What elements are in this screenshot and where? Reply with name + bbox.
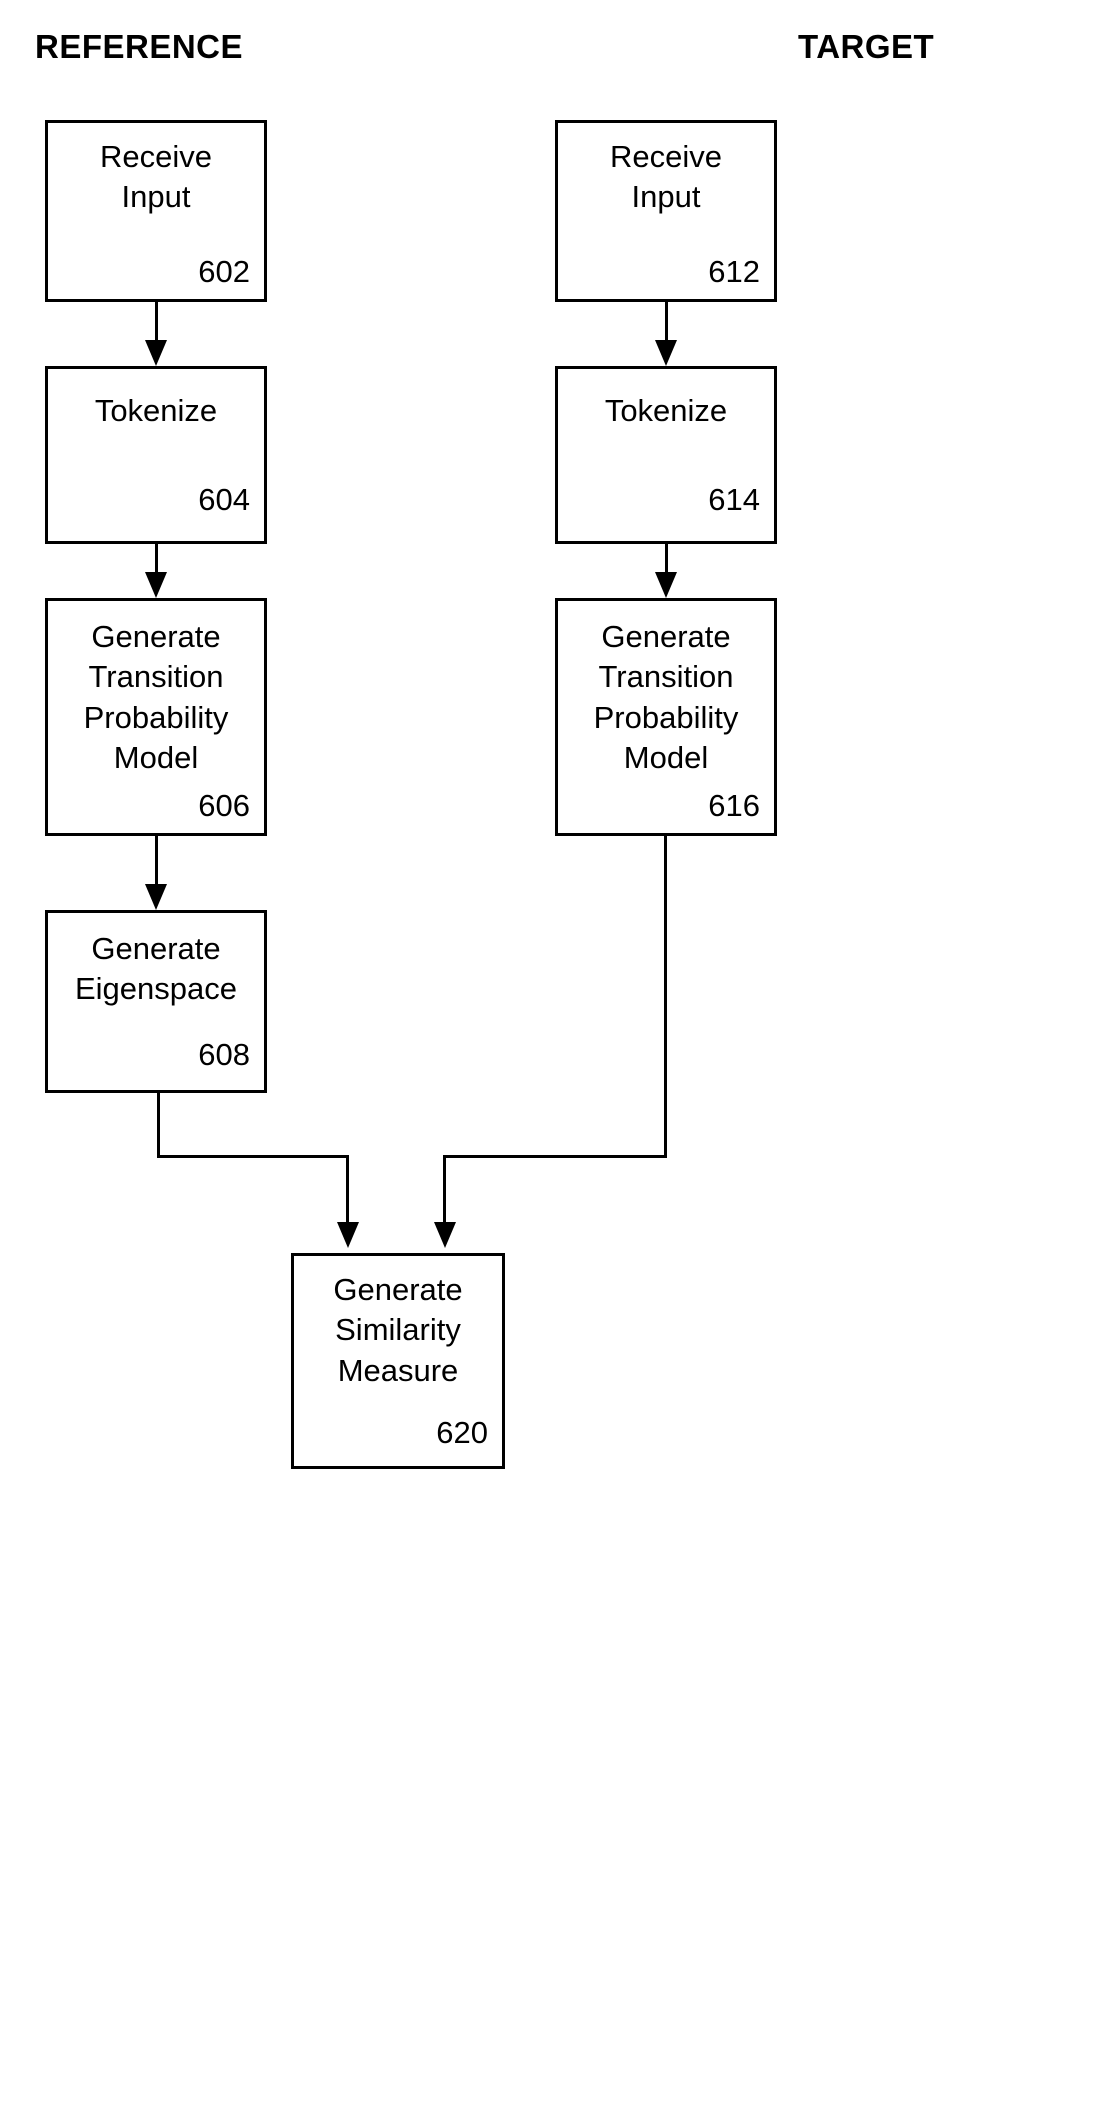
arrowhead-604-to-606 [145, 572, 167, 598]
connector-608-to-620-run [157, 1155, 349, 1158]
connector-616-to-620-drop [664, 836, 667, 1158]
flow-node-receive-input-reference[interactable]: Receive Input 602 [45, 120, 267, 302]
connector-606-to-608 [155, 836, 158, 884]
flow-node-label: Generate Similarity Measure [333, 1272, 463, 1388]
connector-608-to-620-drop [157, 1093, 160, 1158]
arrowhead-606-to-608 [145, 884, 167, 910]
connector-612-to-614 [665, 302, 668, 342]
flow-node-reference-numeral: 602 [198, 254, 250, 289]
flow-node-tokenize-reference[interactable]: Tokenize 604 [45, 366, 267, 544]
flow-node-label: Receive Input [100, 139, 212, 215]
column-header-reference: REFERENCE [35, 28, 244, 65]
flow-node-reference-numeral: 608 [198, 1037, 250, 1072]
flow-node-label: Generate Transition Probability Model [593, 619, 739, 775]
flow-node-reference-numeral: 604 [198, 482, 250, 517]
flow-node-reference-numeral: 620 [436, 1415, 488, 1450]
flow-node-generate-transition-probability-model-reference[interactable]: Generate Transition Probability Model 60… [45, 598, 267, 836]
flow-node-reference-numeral: 612 [708, 254, 760, 289]
arrowhead-608-to-620 [337, 1222, 359, 1248]
flow-node-receive-input-target[interactable]: Receive Input 612 [555, 120, 777, 302]
flow-node-reference-numeral: 606 [198, 788, 250, 823]
connector-616-to-620-run [443, 1155, 667, 1158]
flow-node-generate-transition-probability-model-target[interactable]: Generate Transition Probability Model 61… [555, 598, 777, 836]
flow-node-generate-similarity-measure[interactable]: Generate Similarity Measure 620 [291, 1253, 505, 1469]
flow-node-reference-numeral: 616 [708, 788, 760, 823]
flow-node-reference-numeral: 614 [708, 482, 760, 517]
flow-node-label: Tokenize [604, 393, 728, 428]
flow-node-generate-eigenspace-reference[interactable]: Generate Eigenspace 608 [45, 910, 267, 1093]
flow-node-label: Generate Transition Probability Model [83, 619, 229, 775]
figure-canvas: REFERENCE TARGET Receive Input 602 Token… [0, 0, 1105, 2104]
arrowhead-612-to-614 [655, 340, 677, 366]
connector-616-to-620-descend [443, 1155, 446, 1223]
connector-608-to-620-descend [346, 1155, 349, 1223]
flow-node-label: Tokenize [94, 393, 218, 428]
flow-node-tokenize-target[interactable]: Tokenize 614 [555, 366, 777, 544]
flow-node-label: Generate Eigenspace [74, 931, 237, 1007]
arrowhead-602-to-604 [145, 340, 167, 366]
column-header-target: TARGET [798, 28, 935, 65]
arrowhead-614-to-616 [655, 572, 677, 598]
arrowhead-616-to-620 [434, 1222, 456, 1248]
connector-602-to-604 [155, 302, 158, 342]
flow-node-label: Receive Input [610, 139, 722, 215]
